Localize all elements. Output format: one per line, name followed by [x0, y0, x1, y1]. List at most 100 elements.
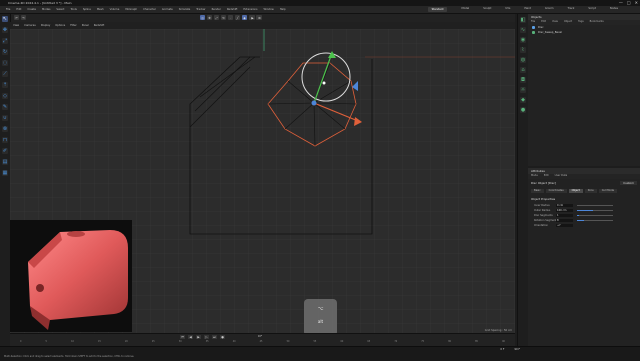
menu-select[interactable]: Select	[56, 8, 64, 11]
minimize-icon[interactable]: —	[619, 0, 623, 5]
menu-mograph[interactable]: MoGraph	[125, 8, 137, 11]
menu-render[interactable]: Render	[212, 8, 221, 11]
viewport-menu-cameras[interactable]: Cameras	[24, 24, 36, 27]
layout-tab-track[interactable]: Track	[568, 7, 575, 12]
deformer-icon[interactable]: ⌇	[520, 47, 526, 53]
menu-help[interactable]: Help	[280, 8, 286, 11]
record-icon[interactable]: ●	[220, 335, 225, 339]
layout-tab-model[interactable]: Model	[461, 7, 469, 12]
render-settings-icon[interactable]: ⚙	[257, 15, 262, 20]
menu-tracker[interactable]: Tracker	[196, 8, 205, 11]
scene-icon[interactable]: ⌂	[520, 67, 526, 73]
magnet-icon[interactable]: ∪	[2, 115, 8, 121]
menu-modes[interactable]: Modes	[42, 8, 50, 11]
layout-tab-paint[interactable]: Paint	[524, 7, 530, 12]
uv-icon[interactable]: ▦	[2, 170, 8, 176]
bevel-icon[interactable]: ◇	[2, 93, 8, 99]
object-row[interactable]: Disc_Sweep_Bevel	[528, 30, 640, 35]
attributes-menu-user-data[interactable]: User Data	[555, 174, 567, 179]
menu-edit[interactable]: Edit	[16, 8, 21, 11]
disc-segments-field[interactable]: 1	[556, 213, 573, 218]
rotation-segments-field[interactable]: 8	[556, 218, 573, 223]
next-frame-icon[interactable]: ▷	[204, 335, 209, 339]
inner-radius-slider[interactable]	[577, 204, 613, 207]
rotate-icon[interactable]: ↻	[2, 49, 8, 55]
layout-tab-groom[interactable]: Groom	[545, 7, 554, 12]
tab-cull-mode[interactable]: Cull Mode	[598, 189, 618, 193]
menu-animate[interactable]: Animate	[162, 8, 173, 11]
polygon-pen-icon[interactable]: ✐	[2, 148, 8, 154]
layout-tab-uvs[interactable]: UVs	[505, 7, 510, 12]
move-icon[interactable]: ✥	[2, 27, 8, 33]
undo-icon[interactable]: ↶	[14, 15, 19, 20]
go-to-end-icon[interactable]: ⏭	[212, 335, 217, 339]
live-selection-icon[interactable]: ◎	[200, 15, 205, 20]
rotate-icon[interactable]: ↻	[221, 15, 226, 20]
live-select-icon[interactable]: ◌	[2, 60, 8, 66]
timeline[interactable]: ⏮ ◀ ▶ ▷ ⏭ ● 0 5 10 15 20 25 30 35 40 45 …	[10, 333, 515, 347]
disc-segments-slider[interactable]	[577, 214, 613, 217]
scale-icon[interactable]: ⤢	[214, 15, 219, 20]
select-icon[interactable]: ↖	[2, 16, 8, 22]
knife-icon[interactable]: ⟋	[2, 71, 8, 77]
menu-spline[interactable]: Spline	[83, 8, 91, 11]
menu-tools[interactable]: Tools	[70, 8, 76, 11]
generator-icon[interactable]: ◉	[520, 37, 526, 43]
menu-window[interactable]: Window	[263, 8, 273, 11]
tab-slice[interactable]: Slice	[584, 189, 597, 193]
menu-create[interactable]: Create	[27, 8, 36, 11]
viewport-menu-display[interactable]: Display	[41, 24, 51, 27]
preset-dropdown[interactable]: Custom	[620, 181, 637, 185]
current-frame-field[interactable]: 0 F	[258, 335, 262, 338]
edges-mode-icon[interactable]: ╱	[235, 15, 240, 20]
start-frame-field[interactable]: 0 F	[500, 348, 504, 351]
points-mode-icon[interactable]: ·	[228, 15, 233, 20]
viewport-menu-options[interactable]: Options	[55, 24, 65, 27]
objects-menu-tags[interactable]: Tags	[578, 20, 584, 25]
layout-tab-nodes[interactable]: Nodes	[610, 7, 618, 12]
cube-icon[interactable]: ◧	[520, 17, 526, 23]
menu-mesh[interactable]: Mesh	[97, 8, 104, 11]
camera-icon[interactable]: ◘	[520, 77, 526, 83]
bridge-icon[interactable]: ⊓	[2, 137, 8, 143]
menu-redshift[interactable]: Redshift	[227, 8, 238, 11]
tab-object[interactable]: Object	[568, 189, 583, 193]
end-frame-field[interactable]: 90 F	[514, 348, 520, 351]
light-icon[interactable]: ☼	[520, 87, 526, 93]
objects-menu-object[interactable]: Object	[564, 20, 572, 25]
outer-radius-field[interactable]: 100 cm	[556, 208, 573, 213]
menu-character[interactable]: Character	[143, 8, 156, 11]
viewport-menu-filter[interactable]: Filter	[70, 24, 76, 27]
viewport-menu-redshift[interactable]: Redshift	[94, 24, 105, 27]
inner-radius-field[interactable]: 0 cm	[556, 203, 573, 208]
redo-icon[interactable]: ↷	[21, 15, 26, 20]
outer-radius-slider[interactable]	[577, 209, 613, 212]
objects-menu-view[interactable]: View	[552, 20, 558, 25]
weld-icon[interactable]: ⊗	[2, 126, 8, 132]
objects-menu-bookmarks[interactable]: Bookmarks	[590, 20, 604, 25]
attributes-menu-edit[interactable]: Edit	[544, 174, 549, 179]
field-icon[interactable]: ◍	[520, 57, 526, 63]
menu-file[interactable]: File	[6, 8, 10, 11]
viewport-menu-view[interactable]: View	[13, 24, 19, 27]
go-to-start-icon[interactable]: ⏮	[180, 335, 185, 339]
play-icon[interactable]: ▶	[196, 335, 201, 339]
objects-menu-edit[interactable]: Edit	[541, 20, 546, 25]
extrude-icon[interactable]: ⇡	[2, 82, 8, 88]
orientation-dropdown[interactable]: +Y	[556, 223, 573, 228]
maximize-icon[interactable]: □	[627, 0, 631, 5]
material-icon[interactable]: ●	[520, 107, 526, 113]
polygons-mode-icon[interactable]: ◆	[242, 15, 247, 20]
scale-icon[interactable]: ⤢	[2, 38, 8, 44]
viewport-menu-panel[interactable]: Panel	[82, 24, 89, 27]
render-view-icon[interactable]: ▶	[250, 15, 255, 20]
prev-frame-icon[interactable]: ◀	[188, 335, 193, 339]
attributes-menu-mode[interactable]: Mode	[531, 174, 538, 179]
objects-menu-file[interactable]: File	[531, 20, 535, 25]
rotation-segments-slider[interactable]	[577, 219, 613, 222]
tab-basic[interactable]: Basic	[531, 189, 544, 193]
tag-icon[interactable]: ◆	[520, 97, 526, 103]
move-icon[interactable]: ✥	[207, 15, 212, 20]
spline-icon[interactable]: ∿	[520, 27, 526, 33]
menu-simulate[interactable]: Simulate	[179, 8, 190, 11]
